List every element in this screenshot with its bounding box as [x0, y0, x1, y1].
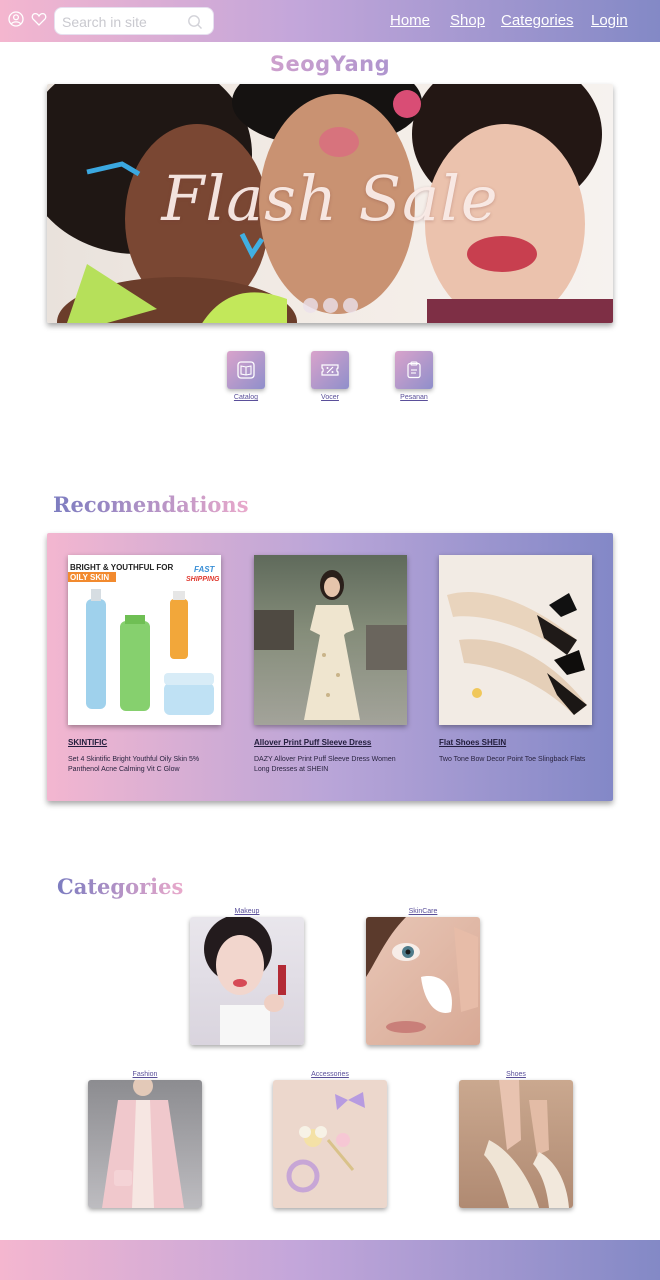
product-card[interactable]: BRIGHT & YOUTHFUL FOR OILY SKIN FAST SHI… [68, 555, 223, 775]
hero-banner[interactable]: Flash Sale [47, 84, 613, 323]
category-fashion[interactable]: Fashion [88, 1071, 202, 1208]
nav-shop-link[interactable]: Shop [450, 12, 485, 29]
category-link[interactable]: Makeup [190, 908, 304, 915]
product-description: DAZY Allover Print Puff Sleeve Dress Wom… [254, 756, 396, 773]
recommendations-panel: BRIGHT & YOUTHFUL FOR OILY SKIN FAST SHI… [47, 533, 613, 801]
clipboard-icon [407, 361, 421, 379]
product-image[interactable]: BRIGHT & YOUTHFUL FOR OILY SKIN FAST SHI… [68, 555, 221, 725]
nav-categories-link[interactable]: Categories [501, 12, 574, 29]
category-image[interactable] [273, 1080, 387, 1208]
product-card[interactable]: Flat Shoes SHEIN Two Tone Bow Decor Poin… [439, 555, 594, 765]
category-image[interactable] [88, 1080, 202, 1208]
product-description: Two Tone Bow Decor Point Toe Slingback F… [439, 756, 586, 763]
category-image[interactable] [459, 1080, 573, 1208]
product-image-badge: SHIPPING [186, 576, 220, 583]
category-link[interactable]: Shoes [459, 1071, 573, 1078]
carousel-dot[interactable] [323, 298, 338, 313]
product-name[interactable]: SKINTIFIC [68, 738, 223, 747]
category-image[interactable] [366, 917, 480, 1045]
user-icon[interactable] [8, 11, 24, 27]
catalog-link[interactable]: Catalog [216, 394, 276, 401]
hero-title: Flash Sale [161, 162, 499, 235]
product-image[interactable] [254, 555, 407, 725]
carousel-dot[interactable] [303, 298, 318, 313]
footer-bar [0, 1240, 660, 1280]
nav-login-link[interactable]: Login [591, 12, 628, 29]
top-bar: Home Shop Categories Login [0, 0, 660, 42]
category-link[interactable]: SkinCare [366, 908, 480, 915]
category-image[interactable] [190, 917, 304, 1045]
category-accessories[interactable]: Accessories [273, 1071, 387, 1208]
voucher-link[interactable]: Vocer [300, 394, 360, 401]
carousel-dot[interactable] [343, 298, 358, 313]
product-description: Set 4 Skintific Bright Youthful Oily Ski… [68, 756, 200, 773]
catalog-button[interactable] [227, 351, 265, 389]
quick-link-voucher: Vocer [300, 351, 360, 401]
category-shoes[interactable]: Shoes [459, 1071, 573, 1208]
categories-title: Categories [57, 874, 184, 899]
heart-icon[interactable] [31, 11, 47, 27]
category-link[interactable]: Fashion [88, 1071, 202, 1078]
category-makeup[interactable]: Makeup [190, 908, 304, 1045]
quick-link-catalog: Catalog [216, 351, 276, 401]
carousel-dots [303, 298, 363, 314]
recommendations-title: Recomendations [53, 492, 249, 517]
category-skincare[interactable]: SkinCare [366, 908, 480, 1045]
product-name[interactable]: Allover Print Puff Sleeve Dress [254, 738, 409, 747]
search-box [54, 7, 214, 35]
product-image-badge: FAST [194, 565, 216, 574]
product-name[interactable]: Flat Shoes SHEIN [439, 738, 594, 747]
quick-link-orders: Pesanan [384, 351, 444, 401]
nav-home-link[interactable]: Home [390, 12, 430, 29]
brand-logo[interactable]: SeogYang [0, 52, 660, 76]
voucher-button[interactable] [311, 351, 349, 389]
orders-button[interactable] [395, 351, 433, 389]
search-icon[interactable] [187, 14, 203, 30]
product-image-tag: OILY SKIN [70, 573, 109, 582]
product-image-headline: BRIGHT & YOUTHFUL FOR [70, 563, 173, 572]
orders-link[interactable]: Pesanan [384, 394, 444, 401]
book-icon [237, 361, 255, 379]
search-input[interactable] [62, 13, 182, 31]
category-link[interactable]: Accessories [273, 1071, 387, 1078]
product-image[interactable] [439, 555, 592, 725]
product-card[interactable]: Allover Print Puff Sleeve Dress DAZY All… [254, 555, 409, 775]
percent-ticket-icon [321, 364, 339, 376]
